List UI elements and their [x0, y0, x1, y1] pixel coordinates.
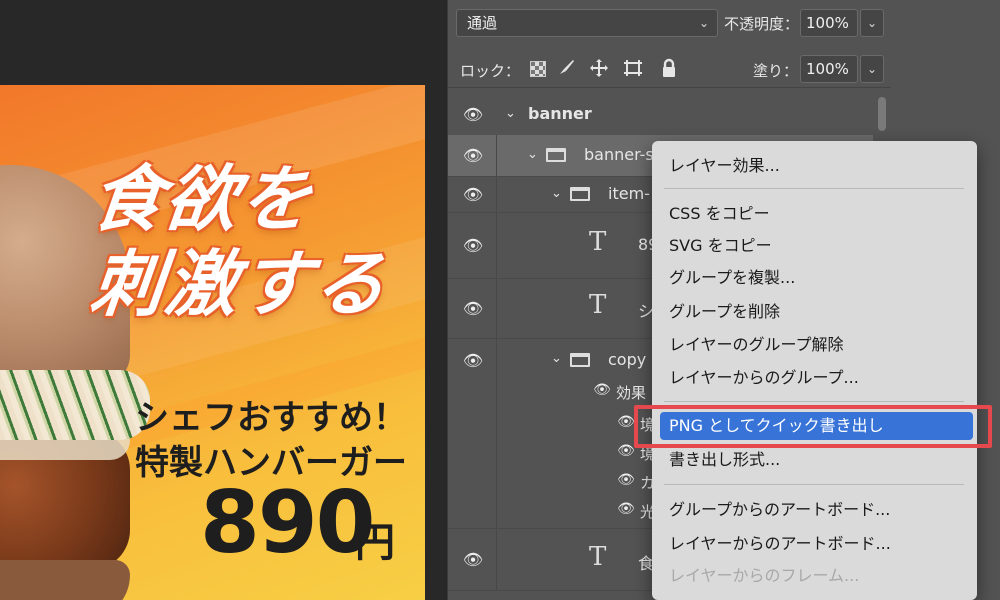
- chevron-down-icon: ⌄: [866, 16, 877, 30]
- effects-label: 効果: [616, 384, 647, 402]
- eye-icon[interactable]: 👁: [462, 299, 484, 319]
- divider: [496, 177, 497, 212]
- fill-dropdown-button[interactable]: ⌄: [860, 55, 884, 83]
- chevron-down-icon[interactable]: ⌄: [551, 351, 562, 366]
- folder-icon: [570, 353, 590, 367]
- opacity-value: 100%: [806, 14, 849, 32]
- scrollbar-thumb[interactable]: [878, 97, 886, 131]
- fill-label: 塗り：: [753, 62, 799, 80]
- menu-separator: [664, 484, 964, 485]
- lock-all-icon[interactable]: [658, 58, 680, 83]
- chevron-down-icon[interactable]: ⌄: [505, 106, 516, 121]
- eye-icon[interactable]: 👁: [615, 472, 637, 492]
- menu-item-export-as[interactable]: 書き出し形式...: [652, 446, 977, 474]
- menu-separator: [664, 188, 964, 189]
- divider: [496, 279, 497, 338]
- text-layer-icon: T: [589, 227, 607, 257]
- banner-price: 890: [200, 473, 376, 573]
- menu-item-ungroup-layers[interactable]: レイヤーのグループ解除: [652, 331, 977, 359]
- eye-icon[interactable]: 👁: [462, 236, 484, 256]
- eye-icon[interactable]: 👁: [462, 146, 484, 166]
- document-canvas[interactable]: 食欲を 刺激する シェフおすすめ！ 特製ハンバーガー 890 円: [0, 0, 447, 600]
- menu-item-copy-css[interactable]: CSS をコピー: [652, 200, 977, 228]
- menu-item-copy-svg[interactable]: SVG をコピー: [652, 232, 977, 260]
- opacity-dropdown-button[interactable]: ⌄: [860, 9, 884, 37]
- eye-icon[interactable]: 👁: [591, 382, 613, 402]
- lock-image-pixels-icon[interactable]: [556, 58, 578, 81]
- highlight-annotation-box: [634, 405, 992, 448]
- divider: [496, 213, 497, 278]
- opacity-label: 不透明度：: [724, 15, 800, 33]
- folder-icon: [570, 187, 590, 201]
- lock-label: ロック：: [460, 62, 521, 80]
- text-layer-icon: T: [589, 542, 607, 572]
- menu-item-delete-group[interactable]: グループを削除: [652, 298, 977, 326]
- layer-name: copy: [608, 350, 647, 369]
- eye-icon[interactable]: 👁: [462, 185, 484, 205]
- chevron-down-icon: ⌄: [698, 16, 709, 30]
- banner-headline-line2: 刺激する: [86, 242, 392, 326]
- lock-transparent-pixels-icon[interactable]: [530, 61, 546, 77]
- eye-icon[interactable]: 👁: [615, 501, 637, 521]
- lock-artboard-icon[interactable]: [622, 58, 644, 83]
- blend-mode-select[interactable]: 通過 ⌄: [456, 9, 718, 37]
- menu-item-artboard-from-layers[interactable]: レイヤーからのアートボード...: [652, 530, 977, 558]
- chevron-down-icon: ⌄: [866, 62, 877, 76]
- menu-item-duplicate-group[interactable]: グループを複製...: [652, 264, 977, 292]
- menu-item-frame-from-layers: レイヤーからのフレーム...: [669, 566, 860, 585]
- opacity-field[interactable]: 100%: [800, 9, 858, 37]
- blend-mode-value: 通過: [467, 14, 498, 32]
- divider: [496, 339, 497, 528]
- layer-name: item-: [608, 184, 650, 203]
- text-layer-icon: T: [589, 290, 607, 320]
- menu-separator: [664, 401, 964, 402]
- context-menu: レイヤー効果... CSS をコピー SVG をコピー グループを複製... グ…: [652, 141, 977, 600]
- banner-sub-line1: シェフおすすめ！: [135, 398, 407, 438]
- eye-icon[interactable]: 👁: [462, 105, 484, 125]
- divider: [496, 135, 497, 176]
- divider: [496, 529, 497, 590]
- chevron-down-icon[interactable]: ⌄: [551, 186, 562, 201]
- fill-field[interactable]: 100%: [800, 55, 858, 83]
- folder-icon: [546, 148, 566, 162]
- menu-item-group-from-layers[interactable]: レイヤーからのグループ...: [652, 364, 977, 392]
- eye-icon[interactable]: 👁: [462, 351, 484, 371]
- layer-row[interactable]: 👁 ⌄ banner: [448, 89, 873, 141]
- layer-name: banner: [528, 104, 592, 123]
- fill-value: 100%: [806, 60, 849, 78]
- banner-artwork: 食欲を 刺激する シェフおすすめ！ 特製ハンバーガー 890 円: [0, 85, 425, 600]
- banner-currency: 円: [355, 520, 395, 566]
- menu-item-artboard-from-group[interactable]: グループからのアートボード...: [652, 496, 977, 524]
- layers-options-bar: 通過 ⌄ 不透明度： 100% ⌄ ロック： 塗り： 100% ⌄: [448, 0, 891, 88]
- lock-position-icon[interactable]: [588, 58, 610, 83]
- menu-item-layer-effects[interactable]: レイヤー効果...: [652, 152, 977, 180]
- burger-bun-bottom: [0, 560, 130, 600]
- photoshop-window: 食欲を 刺激する シェフおすすめ！ 特製ハンバーガー 890 円 通過 ⌄ 不透…: [0, 0, 1000, 600]
- eye-icon[interactable]: 👁: [462, 550, 484, 570]
- burger-lettuce: [0, 370, 150, 440]
- chevron-down-icon[interactable]: ⌄: [527, 147, 538, 162]
- layer-name: banner-s: [584, 145, 654, 164]
